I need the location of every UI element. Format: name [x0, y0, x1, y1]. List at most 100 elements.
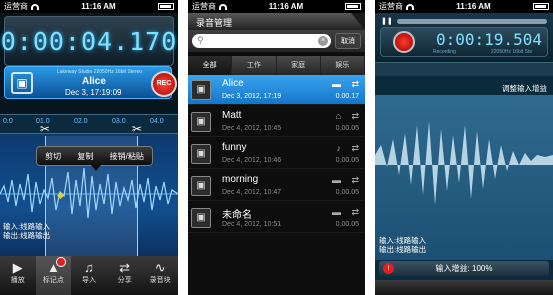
battery-icon	[344, 3, 361, 10]
scissors-icon[interactable]: ✂	[40, 122, 50, 136]
recording-status: Recording	[433, 49, 456, 55]
list-item[interactable]: ▣ morning Dec 4, 2012, 10:47 0.00.05 ▬ ⇄	[188, 171, 365, 201]
badge	[55, 257, 66, 267]
output-label: 输出:线路输出	[3, 231, 51, 240]
input-gain-screen: 运营商 11:16 AM ❚❚ 0:00:19.504 Recording 22…	[375, 0, 553, 295]
ruler-tick: 02.0	[74, 118, 88, 125]
tab-entertainment[interactable]: 娱乐	[320, 56, 365, 75]
tab-share[interactable]: ⇄ 分享	[107, 256, 143, 295]
io-info: 输入:线路输入 输出:线路输出	[3, 222, 50, 240]
list-item[interactable]: ▣ 未命名 Dec 4, 2012, 10:51 0.00.05 ▬ ⇄	[188, 203, 365, 233]
recording-thumbnail-icon: ▣	[191, 176, 211, 196]
recording-format: 22050Hz 16bit Ste	[491, 49, 533, 55]
clock: 11:16 AM	[268, 2, 304, 11]
search-bar: ⚲ × 取消	[188, 30, 365, 52]
recorder-header: ❚❚ 0:00:19.504 Recording 22050Hz 16bit S…	[375, 13, 553, 63]
work-icon: ▬	[332, 175, 341, 185]
battery-icon	[532, 3, 549, 10]
work-icon: ▬	[332, 79, 341, 89]
adjust-gain-label: 调整输入增益	[502, 84, 547, 93]
entertainment-icon: ♪	[336, 143, 342, 153]
clock: 11:16 AM	[456, 2, 491, 11]
status-bar: 运营商 11:16 AM	[375, 0, 553, 13]
page-title: 录音管理	[188, 13, 365, 30]
cancel-button[interactable]: 取消	[335, 33, 361, 49]
battery-icon	[157, 3, 174, 10]
cut-button[interactable]: 剪切	[45, 151, 61, 162]
share-icon[interactable]: ⇄	[351, 175, 359, 186]
input-label: 输入:线路输入	[3, 222, 51, 231]
recording-date: Dec 3, 2012, 17:19	[222, 93, 282, 100]
recording-duration: 0.00.05	[335, 221, 359, 228]
share-icon[interactable]: ⇄	[351, 79, 359, 90]
rec-button[interactable]: REC	[151, 71, 177, 97]
rec-button[interactable]	[393, 31, 415, 53]
list-item[interactable]: ▣ funny Dec 4, 2012, 10:46 0.00.05 ♪ ⇄	[188, 139, 365, 169]
recording-name: 未命名	[222, 210, 252, 221]
recording-thumbnail-icon: ▣	[191, 80, 211, 100]
recording-name: funny	[222, 142, 247, 153]
recording-date: Dec 4, 2012, 10:46	[222, 157, 282, 164]
recording-card[interactable]: ▣ Lakeway Studio 22050Hz 16bit Stereo Al…	[4, 66, 177, 99]
tab-import[interactable]: ♫ 导入	[71, 256, 107, 295]
carrier: 运营商	[379, 2, 403, 11]
scissors-icon[interactable]: ✂	[132, 122, 142, 136]
recording-name: Alice	[82, 76, 106, 87]
progress-bar[interactable]	[397, 19, 547, 24]
timer-panel: 0:00:19.504 Recording 22050Hz 16bit Ste	[380, 27, 548, 57]
tab-work[interactable]: 工作	[232, 56, 277, 75]
input-label: 输入:线路输入	[379, 236, 427, 245]
warning-icon: !	[383, 263, 394, 274]
wifi-icon	[219, 3, 227, 10]
share-icon[interactable]: ⇄	[351, 143, 359, 154]
tab-all[interactable]: 全部	[188, 56, 233, 75]
share-icon: ⇄	[119, 260, 131, 275]
list-item[interactable]: ▣ Alice Dec 3, 2012, 17:19 0.00.17 ▬ ⇄	[188, 75, 365, 105]
recording-name: Matt	[222, 110, 242, 121]
timeline-ruler[interactable]	[375, 62, 553, 76]
play-icon: ▶	[12, 260, 23, 275]
recording-thumbnail-icon: ▣	[191, 112, 211, 132]
tab-home[interactable]: 家庭	[276, 56, 321, 75]
share-icon[interactable]: ⇄	[351, 111, 359, 122]
output-label: 输出:线路输出	[379, 245, 427, 254]
ruler-tick: 0.0	[3, 118, 13, 125]
tab-play[interactable]: ▶ 播放	[0, 256, 36, 295]
carrier: 运营商	[4, 2, 28, 11]
recording-thumbnail-icon: ▣	[191, 144, 211, 164]
recording-thumbnail-icon: ▣	[191, 208, 211, 228]
toolbar	[375, 280, 553, 295]
elapsed-timer: 0:00:04.170	[1, 16, 176, 66]
music-note-icon: ♫	[84, 260, 94, 275]
carrier: 运营商	[192, 2, 216, 11]
clear-icon[interactable]: ×	[318, 36, 328, 46]
copy-button[interactable]: 复制	[77, 151, 93, 162]
waveform-icon: ∿	[154, 260, 166, 275]
pause-icon[interactable]: ❚❚	[381, 17, 393, 25]
timeline-ruler[interactable]: 0.0 01.0 02.0 03.0 04.0	[0, 114, 178, 134]
tab-markers[interactable]: ▲ 标记点	[35, 256, 72, 295]
tab-chunks[interactable]: ∿ 录音块	[142, 256, 178, 295]
category-tabs: 全部 工作 家庭 娱乐	[188, 56, 365, 75]
recording-date: Dec 4, 2012, 10:45	[222, 125, 282, 132]
recording-thumbnail-icon[interactable]: ▣	[11, 72, 33, 94]
input-gain-label: 输入增益: 100%	[435, 264, 493, 273]
edit-popup: 剪切 复制 接销/粘贴	[36, 146, 153, 171]
search-input[interactable]: ⚲ ×	[192, 34, 331, 48]
home-icon: ⌂	[335, 111, 341, 121]
ruler-tick: 03.0	[112, 118, 126, 125]
wifi-icon	[31, 3, 39, 10]
ruler-tick: 04.0	[150, 118, 164, 125]
status-bar: 运营商 11:16 AM	[0, 0, 178, 13]
clock: 11:16 AM	[81, 2, 116, 11]
playhead-icon[interactable]: ◆	[57, 190, 64, 201]
share-icon[interactable]: ⇄	[351, 207, 359, 218]
recording-date: Dec 4, 2012, 10:47	[222, 189, 282, 196]
paste-button[interactable]: 接销/粘贴	[110, 151, 144, 162]
list-item[interactable]: ▣ Matt Dec 4, 2012, 10:45 0.00.05 ⌂ ⇄	[188, 107, 365, 137]
recording-date: Dec 3, 17:19:09	[65, 88, 122, 97]
wifi-icon	[406, 3, 414, 10]
recording-format: Lakeway Studio 22050Hz 16bit Stereo	[57, 69, 143, 75]
recording-name: morning	[222, 174, 259, 185]
input-gain-bar[interactable]: ! 输入增益: 100%	[379, 261, 549, 276]
